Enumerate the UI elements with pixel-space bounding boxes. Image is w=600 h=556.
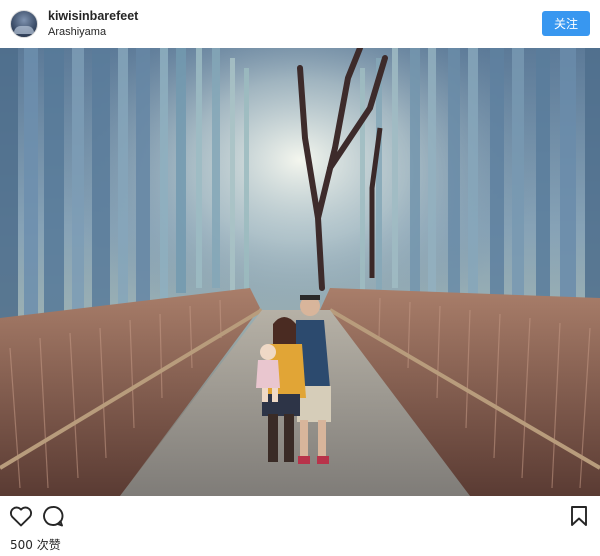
bamboo-grove-image [0, 48, 600, 496]
heart-icon[interactable] [9, 505, 33, 527]
likes-unit: 次赞 [36, 538, 61, 552]
location-link[interactable]: Arashiyama [48, 26, 138, 39]
avatar[interactable] [10, 10, 38, 38]
username[interactable]: kiwisinbarefeet [48, 9, 138, 23]
comment-icon[interactable] [42, 505, 64, 527]
post-photo[interactable] [0, 48, 600, 496]
post-header: kiwisinbarefeet Arashiyama 关注 [0, 0, 600, 48]
follow-button[interactable]: 关注 [542, 11, 590, 36]
likes-number: 500 [10, 538, 33, 552]
bookmark-icon[interactable] [570, 505, 588, 527]
user-info: kiwisinbarefeet Arashiyama [48, 9, 138, 38]
post-actions: 500 次赞 [0, 496, 600, 556]
likes-count[interactable]: 500 次赞 [10, 536, 61, 553]
